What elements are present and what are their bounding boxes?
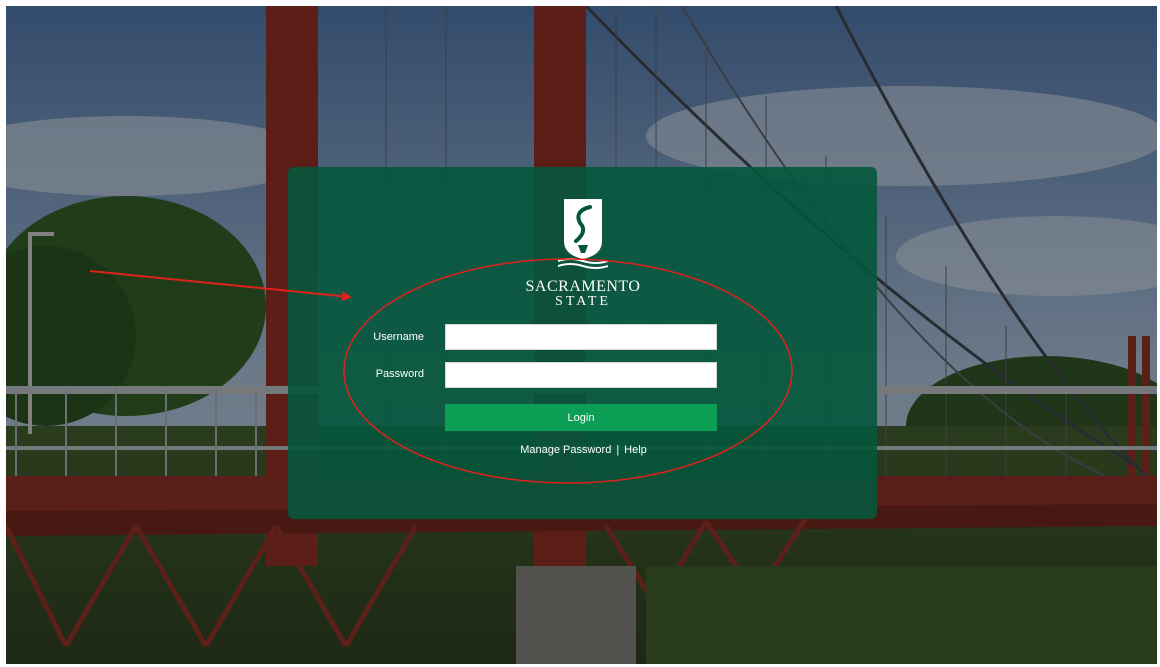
- password-input[interactable]: [445, 362, 717, 388]
- help-links: Manage Password | Help: [288, 444, 878, 456]
- username-label: Username: [373, 331, 424, 343]
- link-separator: |: [616, 444, 620, 456]
- sacramento-state-logo: SACRAMENTO STATE: [498, 197, 668, 309]
- username-input[interactable]: [445, 324, 717, 350]
- login-page: SACRAMENTO STATE Username Password Login…: [0, 0, 1160, 667]
- password-label: Password: [375, 368, 424, 380]
- sacramento-state-torch-icon: [558, 199, 608, 269]
- manage-password-link[interactable]: Manage Password: [520, 444, 611, 456]
- help-link[interactable]: Help: [624, 444, 647, 456]
- login-button[interactable]: Login: [445, 404, 717, 431]
- logo-wordmark-line2: STATE: [555, 294, 611, 309]
- login-panel: SACRAMENTO STATE Username Password Login…: [288, 167, 877, 519]
- logo-wordmark-line1: SACRAMENTO: [525, 278, 641, 295]
